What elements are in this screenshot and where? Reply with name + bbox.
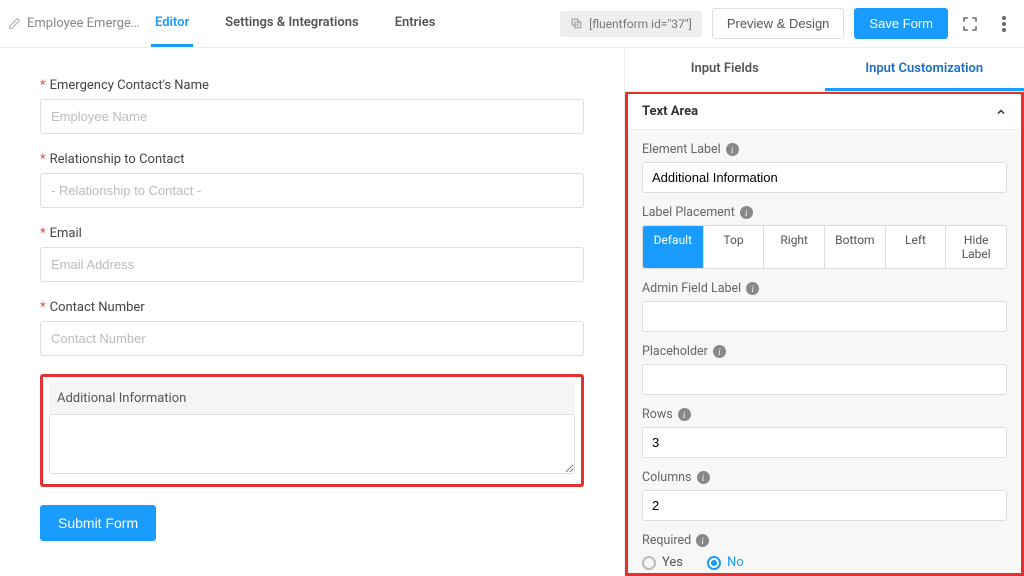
submit-button[interactable]: Submit Form: [40, 505, 156, 541]
admin-label-input[interactable]: [642, 301, 1007, 332]
info-icon[interactable]: i: [697, 471, 710, 484]
tab-editor[interactable]: Editor: [151, 1, 193, 47]
field-label: *Emergency Contact's Name: [40, 78, 584, 93]
panel-title: Text Area: [642, 104, 698, 119]
copy-icon: [570, 17, 583, 30]
tab-settings[interactable]: Settings & Integrations: [221, 1, 363, 47]
info-icon[interactable]: i: [740, 206, 753, 219]
preview-button[interactable]: Preview & Design: [712, 8, 845, 39]
pencil-icon: [8, 17, 21, 30]
control-rows: Rowsi: [642, 407, 1007, 458]
columns-input[interactable]: [642, 490, 1007, 521]
field-label: *Contact Number: [40, 300, 584, 315]
seg-right[interactable]: Right: [764, 226, 825, 268]
form-title[interactable]: Employee Emerge…: [8, 16, 143, 31]
header-actions: [fluentform id="37"] Preview & Design Sa…: [560, 8, 1016, 39]
form-field[interactable]: *Contact Number: [40, 300, 584, 356]
header-tabs: Editor Settings & Integrations Entries: [151, 1, 439, 47]
control-element-label: Element Labeli: [642, 142, 1007, 193]
field-label: *Email: [40, 226, 584, 241]
required-yes[interactable]: Yes: [642, 555, 683, 570]
more-icon[interactable]: [992, 12, 1016, 36]
tab-input-customization[interactable]: Input Customization: [825, 48, 1024, 91]
info-icon[interactable]: i: [678, 408, 691, 421]
shortcode-box[interactable]: [fluentform id="37"]: [560, 11, 702, 37]
seg-default[interactable]: Default: [643, 226, 704, 268]
required-no[interactable]: No: [707, 555, 744, 570]
seg-top[interactable]: Top: [704, 226, 765, 268]
chevron-up-icon: [995, 106, 1007, 118]
required-radio-group: Yes No: [642, 553, 1007, 570]
selected-field-label: Additional Information: [49, 383, 575, 414]
tab-entries[interactable]: Entries: [391, 1, 440, 47]
info-icon[interactable]: i: [713, 345, 726, 358]
control-required: Requiredi Yes No: [642, 533, 1007, 570]
save-button[interactable]: Save Form: [854, 8, 948, 39]
tab-input-fields[interactable]: Input Fields: [625, 48, 825, 91]
form-field[interactable]: *Email: [40, 226, 584, 282]
sidebar-panel: Text Area Element Labeli Label Placement…: [625, 92, 1024, 576]
field-select[interactable]: [40, 173, 584, 208]
info-icon[interactable]: i: [746, 282, 759, 295]
sidebar: Input Fields Input Customization Text Ar…: [624, 48, 1024, 576]
seg-left[interactable]: Left: [886, 226, 947, 268]
field-label: *Relationship to Contact: [40, 152, 584, 167]
control-label-placement: Label Placementi Default Top Right Botto…: [642, 205, 1007, 269]
selected-field-block[interactable]: Additional Information: [40, 374, 584, 487]
panel-body: Element Labeli Label Placementi Default …: [628, 130, 1021, 576]
main-layout: *Emergency Contact's Name *Relationship …: [0, 48, 1024, 576]
field-input[interactable]: [40, 321, 584, 356]
control-admin-label: Admin Field Labeli: [642, 281, 1007, 332]
form-field[interactable]: *Relationship to Contact: [40, 152, 584, 208]
form-field[interactable]: *Emergency Contact's Name: [40, 78, 584, 134]
placeholder-input[interactable]: [642, 364, 1007, 395]
seg-bottom[interactable]: Bottom: [825, 226, 886, 268]
fullscreen-icon[interactable]: [958, 12, 982, 36]
field-input[interactable]: [40, 99, 584, 134]
label-placement-segment: Default Top Right Bottom Left Hide Label: [642, 225, 1007, 269]
shortcode-text: [fluentform id="37"]: [589, 17, 692, 31]
field-textarea[interactable]: [49, 414, 575, 474]
sidebar-tabs: Input Fields Input Customization: [625, 48, 1024, 92]
field-input[interactable]: [40, 247, 584, 282]
control-columns: Columnsi: [642, 470, 1007, 521]
seg-hide[interactable]: Hide Label: [946, 226, 1006, 268]
form-title-text: Employee Emerge…: [27, 16, 140, 31]
top-bar: Employee Emerge… Editor Settings & Integ…: [0, 0, 1024, 48]
control-placeholder: Placeholderi: [642, 344, 1007, 395]
info-icon[interactable]: i: [726, 143, 739, 156]
editor-canvas: *Emergency Contact's Name *Relationship …: [0, 48, 624, 576]
info-icon[interactable]: i: [696, 534, 709, 547]
rows-input[interactable]: [642, 427, 1007, 458]
panel-header[interactable]: Text Area: [628, 94, 1021, 130]
element-label-input[interactable]: [642, 162, 1007, 193]
